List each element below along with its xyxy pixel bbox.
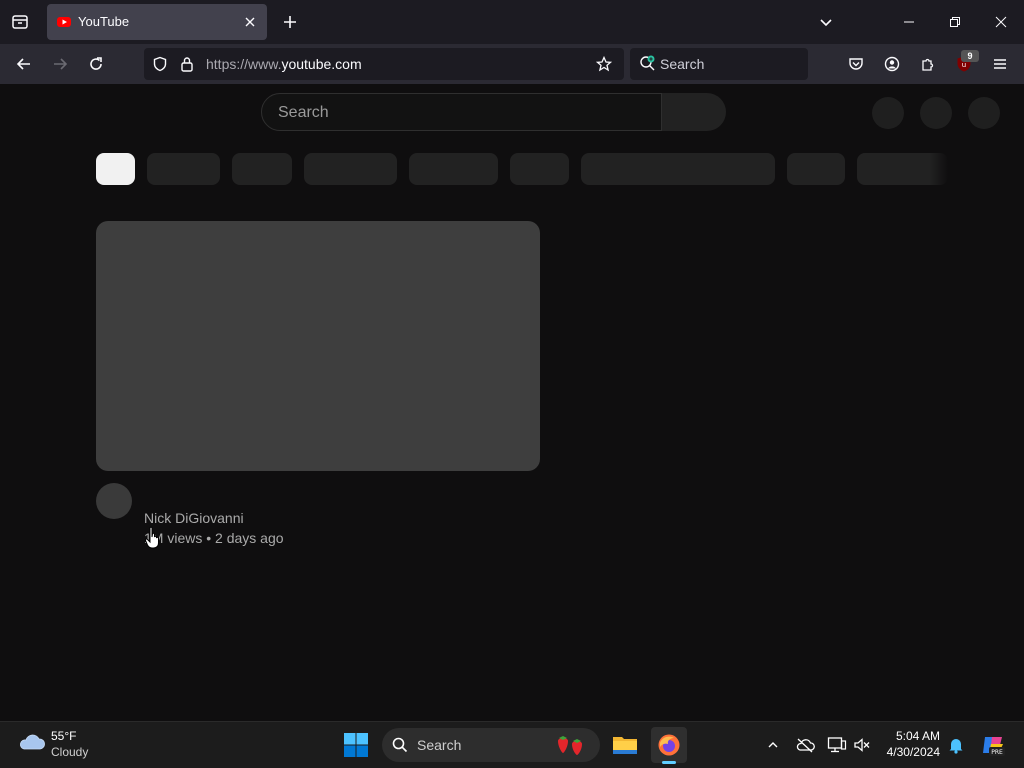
arrow-left-icon xyxy=(16,58,30,70)
network-tray-button[interactable] xyxy=(826,734,848,756)
restore-window-button[interactable] xyxy=(932,0,978,44)
chevron-up-icon xyxy=(768,742,778,748)
tab-close-button[interactable] xyxy=(241,13,259,31)
chip-placeholder[interactable] xyxy=(232,153,292,185)
firefox-taskbar-button[interactable] xyxy=(651,727,687,763)
new-tab-button[interactable] xyxy=(278,10,302,34)
show-hidden-icons-button[interactable] xyxy=(762,734,784,756)
onedrive-tray-button[interactable] xyxy=(794,734,816,756)
youtube-search-input[interactable]: Search xyxy=(261,93,662,131)
active-app-indicator xyxy=(662,761,676,764)
hamburger-menu-icon xyxy=(994,59,1006,69)
chip-placeholder-active[interactable] xyxy=(96,153,135,185)
tab-list-icon xyxy=(12,15,28,29)
url-prefix: https://www. xyxy=(206,56,282,72)
youtube-search-placeholder: Search xyxy=(278,104,329,121)
copilot-icon: PRE xyxy=(983,737,1005,756)
account-icon xyxy=(884,56,900,72)
minimize-window-button[interactable] xyxy=(886,0,932,44)
chip-placeholder[interactable] xyxy=(304,153,397,185)
youtube-favicon-icon xyxy=(57,17,71,27)
extensions-button[interactable] xyxy=(914,50,942,78)
tab-youtube[interactable]: YouTube xyxy=(47,4,267,40)
reload-icon xyxy=(90,57,102,70)
address-bar[interactable]: https://www.youtube.com xyxy=(144,48,624,80)
clock-date: 4/30/2024 xyxy=(886,745,940,759)
puzzle-icon xyxy=(922,58,934,71)
plus-icon xyxy=(284,16,296,28)
reload-button[interactable] xyxy=(82,50,110,78)
weather-temperature: 55°F xyxy=(51,729,77,743)
header-icon-placeholder-1 xyxy=(872,97,904,129)
cloud-offline-icon xyxy=(796,738,815,753)
url-domain: youtube.com xyxy=(281,56,362,72)
list-all-tabs-button[interactable] xyxy=(814,10,838,34)
speaker-muted-icon xyxy=(854,738,870,752)
shield-icon[interactable] xyxy=(152,56,168,72)
chip-placeholder[interactable] xyxy=(787,153,845,185)
back-button[interactable] xyxy=(10,50,38,78)
chip-placeholder[interactable] xyxy=(581,153,775,185)
search-icon xyxy=(392,737,408,753)
extension-badge-count: 9 xyxy=(961,50,979,62)
close-icon xyxy=(995,16,1007,28)
tab-title: YouTube xyxy=(78,14,130,29)
folder-icon xyxy=(613,737,637,754)
chip-placeholder[interactable] xyxy=(409,153,498,185)
browser-search-placeholder: Search xyxy=(660,56,705,72)
svg-text:u: u xyxy=(962,61,966,69)
browser-tab-bar: YouTube xyxy=(0,0,1024,44)
pocket-button[interactable] xyxy=(842,50,870,78)
avatar-placeholder xyxy=(968,97,1000,129)
lock-icon[interactable] xyxy=(180,56,194,72)
volume-tray-button[interactable] xyxy=(851,734,873,756)
browser-nav-bar: https://www.youtube.com Search u 9 xyxy=(0,44,1024,84)
copilot-button[interactable]: PRE xyxy=(980,732,1006,758)
chip-placeholder[interactable] xyxy=(510,153,569,185)
channel-avatar-placeholder[interactable] xyxy=(96,483,132,519)
header-icon-placeholder-2 xyxy=(920,97,952,129)
video-channel-name[interactable]: Nick DiGiovanni xyxy=(144,510,244,526)
file-explorer-button[interactable] xyxy=(607,727,643,763)
pocket-icon xyxy=(849,58,863,70)
close-icon xyxy=(245,17,255,27)
cloud-icon xyxy=(19,734,45,750)
windows-taskbar: 55°F Cloudy Search 5:04 AM 4/30/2024 PRE xyxy=(0,721,1024,768)
restore-icon xyxy=(950,17,960,27)
youtube-search-button[interactable] xyxy=(662,93,726,131)
hand-cursor-icon xyxy=(144,526,159,549)
star-icon[interactable] xyxy=(596,56,612,72)
strawberry-icon xyxy=(558,736,582,755)
clock-time: 5:04 AM xyxy=(895,729,940,743)
chevron-down-icon xyxy=(820,19,832,27)
app-menu-button[interactable] xyxy=(986,50,1014,78)
url-text[interactable]: https://www.youtube.com xyxy=(206,56,362,72)
taskbar-search-placeholder: Search xyxy=(417,737,462,753)
search-engine-icon xyxy=(640,55,655,71)
monitor-network-icon xyxy=(827,737,847,753)
chip-placeholder[interactable] xyxy=(147,153,220,185)
forward-button[interactable] xyxy=(46,50,74,78)
firefox-icon xyxy=(658,734,680,756)
svg-text:PRE: PRE xyxy=(991,749,1003,756)
video-meta: 1M views • 2 days ago xyxy=(144,530,284,546)
close-window-button[interactable] xyxy=(978,0,1024,44)
taskbar-search-box[interactable]: Search xyxy=(382,728,600,762)
arrow-right-icon xyxy=(54,58,68,70)
video-thumbnail-placeholder[interactable] xyxy=(96,221,540,471)
tab-list-button[interactable] xyxy=(6,8,34,36)
bell-icon xyxy=(949,739,963,754)
browser-search-box[interactable]: Search xyxy=(630,48,808,80)
weather-condition: Cloudy xyxy=(51,745,89,759)
windows-start-icon[interactable] xyxy=(342,731,370,759)
account-button[interactable] xyxy=(878,50,906,78)
minimize-icon xyxy=(904,21,914,23)
notifications-button[interactable] xyxy=(945,734,967,756)
chip-placeholder[interactable] xyxy=(857,153,948,185)
page-content: Search Nick DiGiovanni 1M views • 2 days… xyxy=(0,84,1024,721)
